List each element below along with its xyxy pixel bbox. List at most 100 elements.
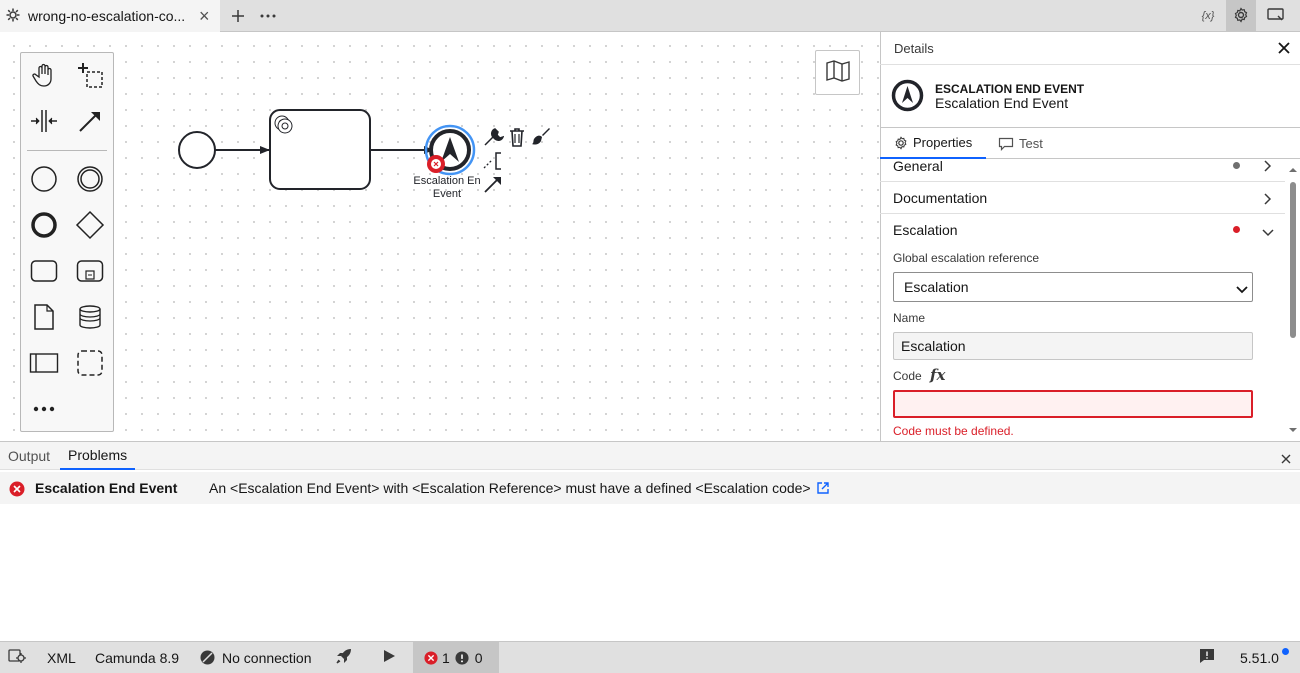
escalation-reference-value: Escalation <box>904 279 969 295</box>
close-icon[interactable] <box>1278 38 1290 59</box>
details-title: Details <box>894 40 934 56</box>
engine-version-button[interactable]: Camunda 8.9 <box>95 642 179 673</box>
more-tabs-button[interactable] <box>253 0 283 32</box>
chat-icon <box>998 137 1014 151</box>
global-connect-tool-icon[interactable] <box>72 103 108 139</box>
external-link-icon[interactable] <box>816 481 830 498</box>
group-general[interactable]: General <box>880 159 1285 182</box>
code-input[interactable] <box>893 390 1253 418</box>
bpmn-file-icon <box>6 8 20 25</box>
tab-bar: wrong-no-escalation-co... × {x} <box>0 0 1300 32</box>
update-indicator-dot <box>1282 648 1289 655</box>
group-escalation-title: Escalation <box>893 222 958 238</box>
event-label: Escalation En Event <box>410 175 484 201</box>
group-escalation[interactable]: Escalation <box>880 214 1285 246</box>
rocket-icon <box>335 647 353 668</box>
plugins-button[interactable] <box>8 642 28 673</box>
hand-tool-icon[interactable] <box>26 57 62 93</box>
problems-counter-button[interactable]: 1 0 <box>413 642 499 673</box>
problem-row[interactable]: Escalation End Event An <Escalation End … <box>0 472 1300 504</box>
tab-properties-label: Properties <box>913 135 973 150</box>
connection-status[interactable]: No connection <box>200 642 312 673</box>
error-count: 1 <box>442 649 450 666</box>
tab-properties[interactable]: Properties <box>880 128 986 159</box>
group-documentation[interactable]: Documentation <box>880 182 1285 214</box>
chevron-right-icon <box>1263 159 1273 175</box>
subprocess-icon[interactable] <box>72 253 108 289</box>
new-tab-button[interactable] <box>223 0 253 32</box>
warning-count: 0 <box>474 649 483 666</box>
data-store-icon[interactable] <box>72 299 108 335</box>
details-scrollbar[interactable] <box>1287 160 1299 440</box>
end-event-icon[interactable] <box>26 207 62 243</box>
intermediate-event-icon[interactable] <box>72 161 108 197</box>
version-badge[interactable]: 5.51.0 <box>1240 642 1279 673</box>
map-icon <box>825 59 851 86</box>
escalation-error-dot <box>1233 226 1240 233</box>
name-input[interactable]: Escalation <box>893 332 1253 360</box>
xml-button[interactable]: XML <box>47 642 76 673</box>
run-button[interactable] <box>382 642 396 673</box>
tool-palette <box>20 52 114 432</box>
deploy-button[interactable] <box>335 642 353 673</box>
space-tool-icon[interactable] <box>26 103 62 139</box>
tab-output-label: Output <box>8 448 51 464</box>
task-icon[interactable] <box>26 253 62 289</box>
bpmn-diagram <box>178 109 476 190</box>
delete-trash-icon[interactable] <box>507 126 527 148</box>
problem-element: Escalation End Event <box>35 480 178 496</box>
feedback-button[interactable] <box>1199 642 1215 673</box>
text-annotation-icon[interactable] <box>482 150 504 172</box>
group-icon[interactable] <box>72 345 108 381</box>
more-tools-icon[interactable] <box>26 391 62 427</box>
tab-problems[interactable]: Problems <box>60 442 136 470</box>
close-icon[interactable] <box>1281 451 1291 467</box>
gear-icon <box>894 135 908 150</box>
no-connection-icon <box>200 650 215 665</box>
name-label: Name <box>893 311 926 325</box>
gear-icon <box>1233 6 1249 26</box>
chevron-down-icon <box>1262 225 1274 241</box>
play-icon <box>382 649 396 666</box>
code-label: Code <box>893 369 922 383</box>
error-marker-icon <box>427 155 445 173</box>
service-task[interactable] <box>269 109 371 190</box>
problem-message: An <Escalation End Event> with <Escalati… <box>209 480 811 496</box>
color-brush-icon[interactable] <box>530 126 552 148</box>
warning-icon <box>455 650 469 665</box>
data-object-icon[interactable] <box>26 299 62 335</box>
escalation-reference-select[interactable]: Escalation <box>893 272 1253 302</box>
change-type-wrench-icon[interactable] <box>482 126 505 148</box>
tab-close-icon[interactable]: × <box>199 6 210 27</box>
start-event-icon[interactable] <box>26 161 62 197</box>
feedback-icon <box>1199 648 1215 667</box>
start-event[interactable] <box>178 131 216 169</box>
version-label: 5.51.0 <box>1240 649 1279 666</box>
connect-arrow-icon[interactable] <box>482 173 504 195</box>
tab-output[interactable]: Output <box>8 442 50 470</box>
bpmn-canvas[interactable] <box>0 32 880 441</box>
deploy-panel-button[interactable] <box>1261 0 1291 32</box>
status-bar: XML Camunda 8.9 No connection 1 0 5.51.0 <box>0 641 1300 673</box>
connection-label: No connection <box>222 649 312 666</box>
pool-icon[interactable] <box>26 345 62 381</box>
bottom-panel: Output Problems Escalation End Event An … <box>0 441 1300 641</box>
group-documentation-title: Documentation <box>893 190 988 206</box>
settings-button[interactable] <box>1226 0 1256 32</box>
gateway-icon[interactable] <box>72 207 108 243</box>
event-label-line-1: Escalation En <box>413 175 481 187</box>
group-general-title: General <box>893 159 943 174</box>
element-name: Escalation End Event <box>935 95 1069 111</box>
element-type: ESCALATION END EVENT <box>935 82 1085 96</box>
minimap-toggle-button[interactable] <box>815 50 860 95</box>
file-tab[interactable]: wrong-no-escalation-co... × <box>0 0 220 32</box>
tab-problems-label: Problems <box>68 447 128 463</box>
properties-tabs: Properties Test <box>880 128 1300 159</box>
lasso-tool-icon[interactable] <box>72 57 108 93</box>
escalation-end-event-icon <box>891 79 924 112</box>
feel-fx-icon[interactable]: fx <box>930 366 945 384</box>
variables-button[interactable]: {x} <box>1193 0 1223 32</box>
tab-test-label: Test <box>1019 136 1043 151</box>
name-input-value: Escalation <box>901 338 966 354</box>
tab-test[interactable]: Test <box>998 128 1043 159</box>
